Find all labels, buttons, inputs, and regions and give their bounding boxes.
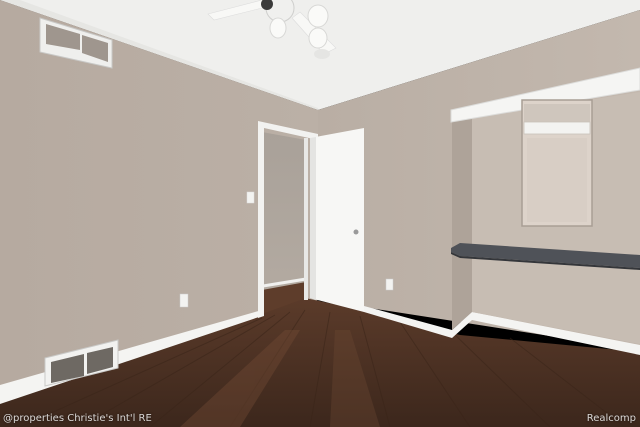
- wall-outlet-right: [385, 278, 394, 291]
- door-edge: [310, 137, 316, 300]
- room-photo: @properties Christie's Int'l RE Realcomp: [0, 0, 640, 427]
- wall-outlet-left: [179, 293, 189, 308]
- watermark-mls: Realcomp: [586, 413, 636, 424]
- watermark-brokerage: @properties Christie's Int'l RE: [3, 413, 152, 424]
- open-door: [310, 128, 364, 312]
- light-switch: [246, 191, 255, 204]
- door-knob: [353, 229, 359, 235]
- wall-mirror: [521, 99, 593, 227]
- room-illustration: [0, 0, 640, 427]
